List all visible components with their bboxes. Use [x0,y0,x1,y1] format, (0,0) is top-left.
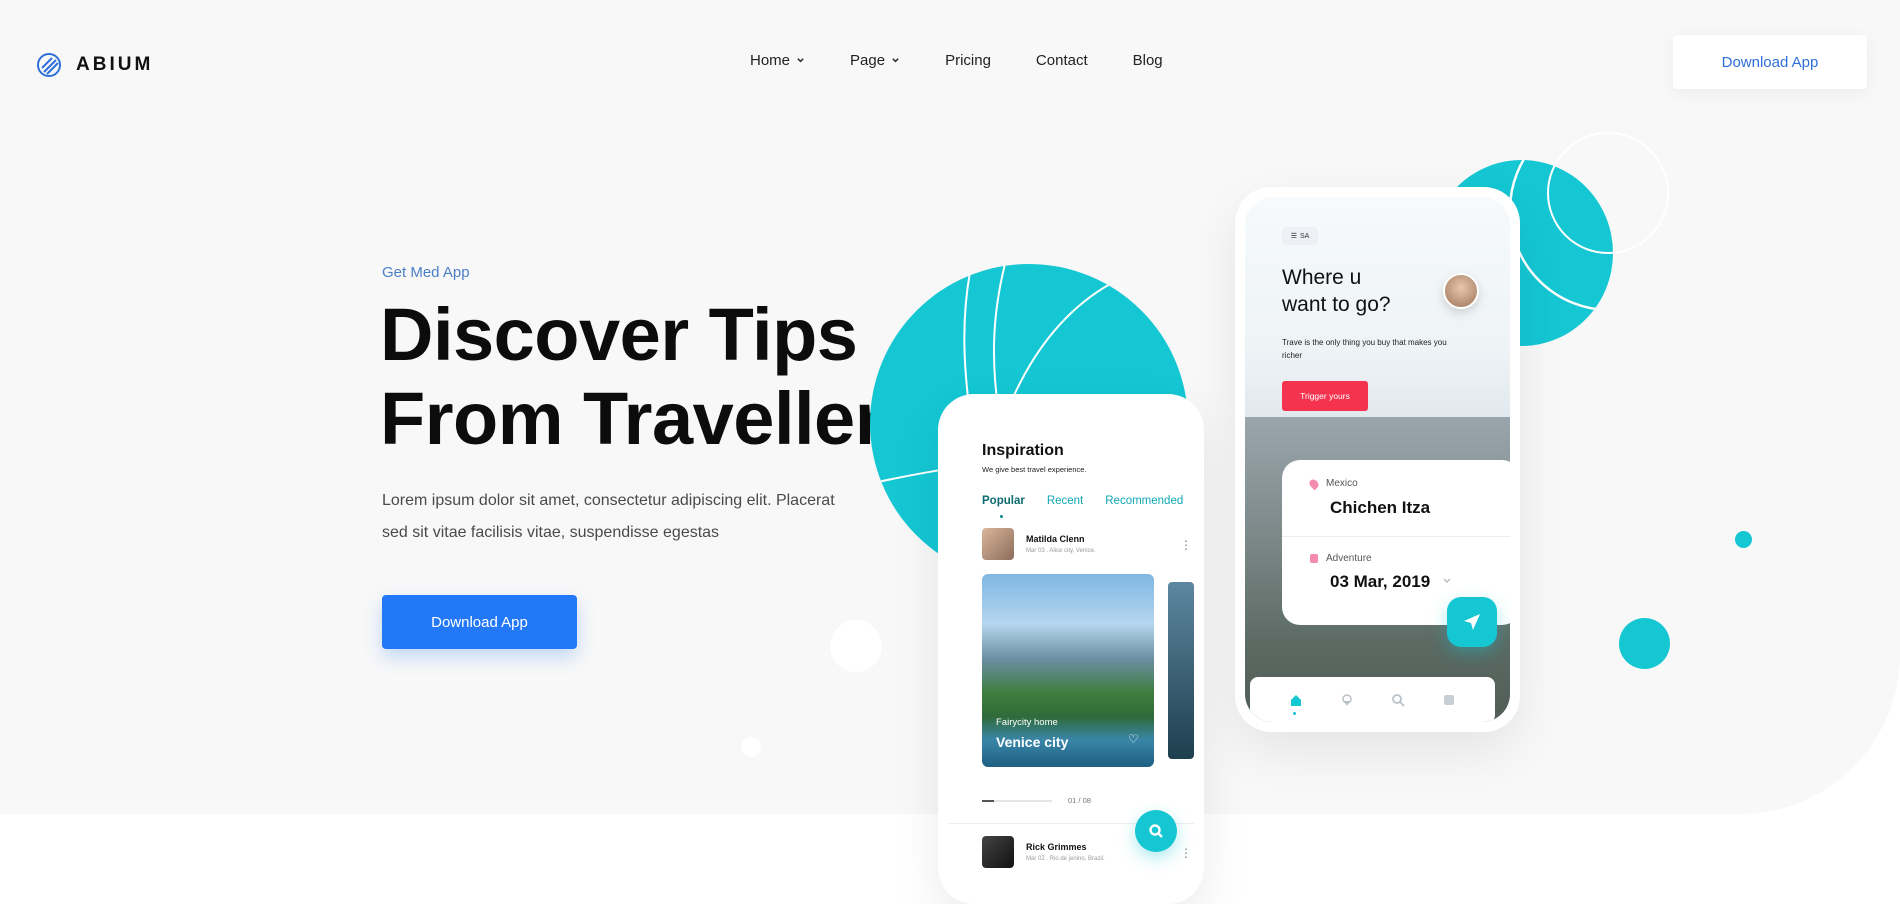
menu-initials: SA [1299,232,1310,240]
logo-text: ABIUM [76,54,154,75]
carousel-progress-track [994,800,1052,802]
destination-text: Trave is the only thing you buy that mak… [1282,338,1447,360]
hero-title-line-2: From Travellers [380,377,924,460]
active-tab-indicator [1293,712,1296,715]
bag-icon [1310,554,1318,563]
trip-date[interactable]: 03 Mar, 2019 [1330,572,1430,592]
menu-button[interactable]: ☰ SA [1282,227,1318,245]
author-name: Matilda Clenn [1026,534,1085,544]
headline-line-1: Where u [1282,266,1362,289]
bottom-tab-bar [1250,677,1495,722]
destination-card[interactable]: Fairycity home Venice city ♡ [982,574,1154,767]
post-meta: Mar 02 . Rio de jenino, Brazil. [1026,856,1105,862]
destination-headline: Where u want to go? [1282,264,1391,318]
location-icon[interactable] [1340,693,1354,707]
send-button[interactable] [1447,597,1497,647]
phone-mockup-destination: ☰ SA Where u want to go? Trave is the on… [1235,187,1520,732]
more-options-icon[interactable]: ⋮ [1180,847,1192,859]
nav-item-home[interactable]: Home [750,52,805,69]
tab-recommended[interactable]: Recommended [1105,495,1183,507]
hero-description: Lorem ipsum dolor sit amet, consectetur … [382,492,835,541]
decor-ring [1547,132,1669,254]
author-name: Rick Grimmes [1026,842,1087,852]
divider [1282,536,1510,537]
hamburger-icon: ☰ [1290,233,1297,240]
main-nav: Home Page Pricing Contact Blog [750,52,1163,69]
active-tab-indicator [1000,515,1003,518]
search-icon[interactable] [1391,693,1405,707]
inspiration-title: Inspiration [982,442,1064,459]
nav-item-blog[interactable]: Blog [1133,52,1163,69]
post-author[interactable]: Matilda Clenn Mar 03 . Alice city, Venic… [982,528,1096,560]
paper-plane-icon [1464,614,1480,630]
decor-dot-medium [1619,618,1670,669]
heart-icon[interactable]: ♡ [1128,732,1142,746]
carousel-counter: 01 / 08 [1068,796,1091,805]
chevron-down-icon[interactable] [1442,576,1452,586]
location-name: Chichen Itza [1330,498,1431,517]
logo[interactable]: ABIUM [36,52,153,78]
location-pin-icon [1307,477,1321,490]
nav-label: Home [750,52,791,69]
bookmark-icon[interactable] [1442,693,1456,707]
nav-item-page[interactable]: Page [850,52,900,69]
location-country: Mexico [1326,478,1358,489]
decor-dot-white-small [741,737,761,757]
decor-dot-small [1735,531,1752,548]
inspiration-subtitle: We give best travel experience. [982,465,1087,474]
card-subtitle: Fairycity home [996,717,1058,728]
hero-title: Discover Tips From Travellers [380,293,924,461]
content-tabs: Popular Recent Recommended [982,495,1183,507]
phone-screen: Inspiration We give best travel experien… [948,404,1194,904]
phone-mockup-inspiration: Inspiration We give best travel experien… [938,394,1204,904]
hero-eyebrow: Get Med App [382,264,470,281]
search-button[interactable] [1135,810,1177,852]
hero-download-button[interactable]: Download App [382,595,577,649]
tab-popular[interactable]: Popular [982,495,1025,507]
avatar [982,528,1014,560]
avatar[interactable] [1443,273,1479,309]
tab-recent[interactable]: Recent [1047,495,1083,507]
category-text: Adventure [1326,553,1372,564]
home-icon[interactable] [1289,693,1303,707]
nav-label: Contact [1035,52,1088,69]
chevron-down-icon [892,58,899,63]
nav-label: Blog [1132,52,1163,69]
logo-icon [37,53,61,77]
hero-title-line-1: Discover Tips [380,293,858,376]
decor-dot-white [830,620,882,672]
trigger-button[interactable]: Trigger yours [1282,381,1368,411]
phone-screen: ☰ SA Where u want to go? Trave is the on… [1245,197,1510,722]
search-icon [1149,824,1163,838]
site-header: ABIUM Home Page Pricing Contact Blog Dow… [0,0,1900,126]
headline-line-2: want to go? [1282,293,1391,316]
more-options-icon[interactable]: ⋮ [1180,539,1192,551]
chevron-down-icon [797,58,804,63]
next-card-preview[interactable] [1168,582,1194,759]
post-meta: Mar 03 . Alice city, Venice. [1026,548,1096,554]
carousel-progress [982,800,994,802]
category-label: Adventure [1310,553,1372,564]
nav-item-pricing[interactable]: Pricing [945,52,991,69]
avatar [982,836,1014,868]
card-title: Venice city [996,734,1069,750]
nav-item-contact[interactable]: Contact [1036,52,1088,69]
header-download-button[interactable]: Download App [1673,35,1867,89]
nav-label: Pricing [945,52,991,69]
post-author[interactable]: Rick Grimmes Mar 02 . Rio de jenino, Bra… [982,836,1105,868]
location-label: Mexico [1307,477,1358,490]
nav-label: Page [850,52,886,69]
